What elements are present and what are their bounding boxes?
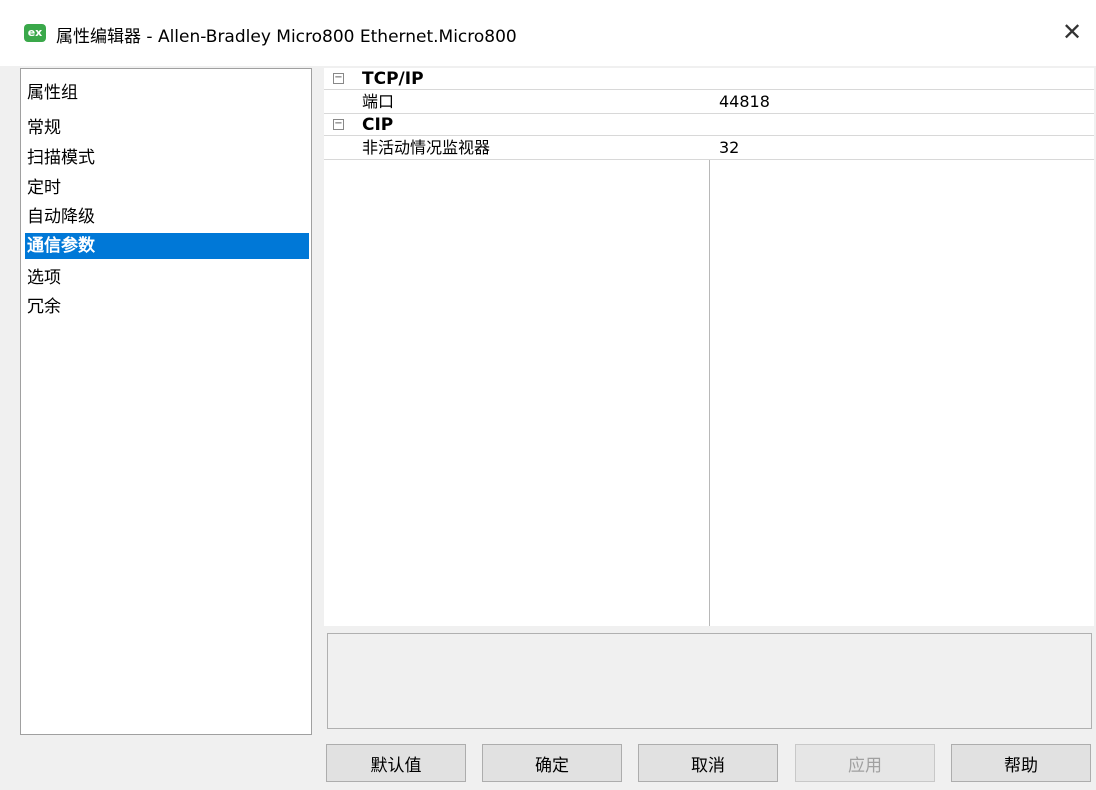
category-row-tcpip[interactable]: − TCP/IP	[324, 68, 1094, 90]
property-group-list[interactable]: 属性组 常规 扫描模式 定时 自动降级 通信参数 选项 冗余	[20, 68, 312, 735]
cancel-button[interactable]: 取消	[638, 744, 778, 782]
close-icon[interactable]: ✕	[1054, 14, 1090, 50]
app-icon: ex	[24, 24, 46, 42]
property-name: 端口	[362, 92, 395, 111]
category-row-cip[interactable]: − CIP	[324, 114, 1094, 136]
sidebar-item-general[interactable]: 常规	[25, 115, 309, 141]
sidebar-item-redundancy[interactable]: 冗余	[25, 294, 309, 320]
sidebar-item-options[interactable]: 选项	[25, 265, 309, 291]
inactivity-watchdog-value-field[interactable]: 32	[719, 136, 1079, 159]
sidebar-item-timing[interactable]: 定时	[25, 175, 309, 201]
group-list-header: 属性组	[27, 83, 78, 103]
category-label: CIP	[362, 115, 394, 135]
apply-button: 应用	[795, 744, 935, 782]
sidebar-item-communication-parameters[interactable]: 通信参数	[25, 233, 309, 259]
property-row-port[interactable]: 端口 44818	[324, 90, 1094, 114]
defaults-button[interactable]: 默认值	[326, 744, 466, 782]
collapse-icon[interactable]: −	[333, 119, 344, 130]
collapse-icon[interactable]: −	[333, 73, 344, 84]
help-button[interactable]: 帮助	[951, 744, 1091, 782]
property-row-inactivity-watchdog[interactable]: 非活动情况监视器 32	[324, 136, 1094, 160]
description-pane	[327, 633, 1092, 729]
sidebar-item-auto-demotion[interactable]: 自动降级	[25, 204, 309, 230]
category-label: TCP/IP	[362, 69, 424, 89]
port-value-field[interactable]: 44818	[719, 90, 1079, 113]
property-grid: − TCP/IP 端口 44818 − CIP 非活动情况监视器 32	[324, 68, 1094, 626]
window-title: 属性编辑器 - Allen-Bradley Micro800 Ethernet.…	[56, 27, 517, 47]
title-bar: ex 属性编辑器 - Allen-Bradley Micro800 Ethern…	[0, 0, 1096, 66]
ok-button[interactable]: 确定	[482, 744, 622, 782]
property-name: 非活动情况监视器	[362, 138, 491, 157]
column-divider[interactable]	[709, 90, 710, 626]
sidebar-item-scan-mode[interactable]: 扫描模式	[25, 145, 309, 171]
